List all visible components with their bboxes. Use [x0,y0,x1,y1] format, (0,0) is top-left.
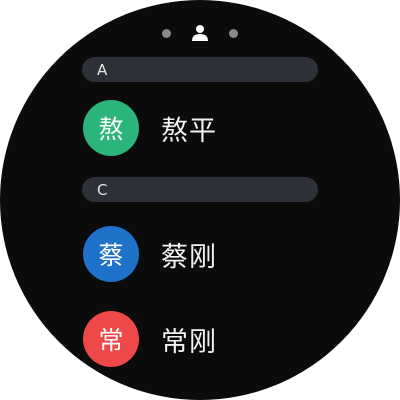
avatar: 蔡 [83,226,139,282]
page-dot-right[interactable] [229,28,238,38]
avatar: 熬 [83,100,139,156]
contact-name: 熬平 [161,115,217,147]
section-letter: C [97,180,108,199]
page-indicator [0,23,400,43]
contact-item[interactable]: 熬 熬平 [83,96,217,160]
contact-item[interactable]: 蔡 蔡刚 [83,222,217,286]
contact-item[interactable]: 常 常刚 [83,307,217,371]
avatar: 常 [83,311,139,367]
section-header-a: A [82,57,318,82]
section-header-c: C [82,177,318,202]
contact-name: 常刚 [161,326,217,358]
person-icon[interactable] [191,24,209,42]
page-dot-left[interactable] [162,28,171,38]
section-letter: A [97,60,108,79]
watch-screen: A 熬 熬平 C 蔡 蔡刚 常 常刚 [0,0,400,400]
contact-name: 蔡刚 [161,241,217,273]
